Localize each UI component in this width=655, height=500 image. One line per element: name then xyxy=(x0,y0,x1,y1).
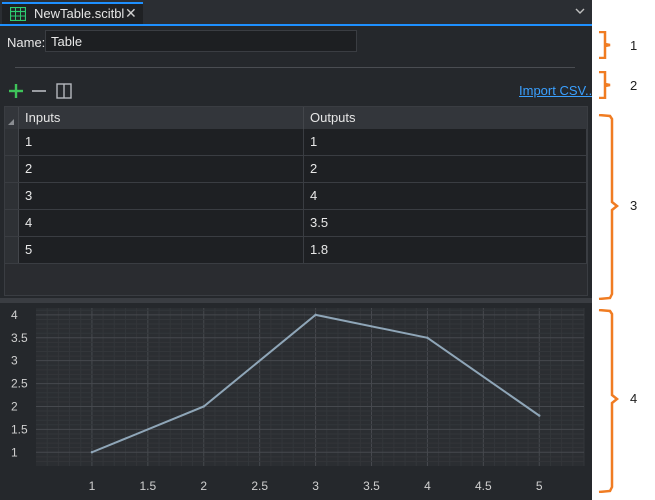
table-cell[interactable]: 3.5 xyxy=(304,210,587,236)
data-point xyxy=(538,414,541,417)
table-header: Inputs Outputs xyxy=(5,107,587,130)
corner-triangle-icon xyxy=(8,119,14,125)
row-header[interactable] xyxy=(5,210,19,236)
y-tick-label: 2.5 xyxy=(11,377,28,391)
data-point xyxy=(426,336,429,339)
table-cell[interactable]: 1 xyxy=(304,129,587,155)
table-editor-window: NewTable.scitbl ✕ Name: Import CSV... In… xyxy=(0,0,592,500)
y-tick-label: 4 xyxy=(11,308,18,322)
table-cell[interactable]: 4 xyxy=(304,183,587,209)
table-cell[interactable]: 4 xyxy=(19,210,304,236)
callout-label: 4 xyxy=(630,391,638,406)
plus-icon[interactable] xyxy=(7,82,25,100)
split-columns-icon[interactable] xyxy=(55,82,73,100)
panel-splitter[interactable] xyxy=(0,298,592,303)
callout-1: 1 xyxy=(597,30,655,60)
tab-newtable[interactable]: NewTable.scitbl ✕ xyxy=(2,2,143,24)
table-cell[interactable]: 2 xyxy=(304,156,587,182)
x-tick-label: 2 xyxy=(200,479,207,493)
row-header[interactable] xyxy=(5,129,19,155)
x-tick-label: 1.5 xyxy=(139,479,156,493)
data-point xyxy=(202,405,205,408)
data-table: Inputs Outputs 1 1 2 2 3 4 4 3.5 5 1.8 xyxy=(4,106,588,296)
bracket-icon xyxy=(598,113,620,301)
callout-2: 2 xyxy=(597,70,655,100)
chevron-down-icon[interactable] xyxy=(575,6,585,16)
y-tick-label: 3.5 xyxy=(11,331,28,345)
minus-icon[interactable] xyxy=(30,82,48,100)
x-tick-label: 3.5 xyxy=(363,479,380,493)
name-input[interactable] xyxy=(45,30,357,52)
callout-3: 3 xyxy=(597,113,655,301)
import-csv-link[interactable]: Import CSV... xyxy=(519,83,592,98)
row-header[interactable] xyxy=(5,183,19,209)
name-label: Name: xyxy=(7,35,46,50)
x-tick-label: 4 xyxy=(424,479,431,493)
table-icon xyxy=(10,7,26,21)
select-all-corner[interactable] xyxy=(5,107,19,129)
table-row: 1 1 xyxy=(5,129,587,156)
x-tick-label: 2.5 xyxy=(251,479,268,493)
callout-4: 4 xyxy=(597,308,655,494)
tab-strip: NewTable.scitbl ✕ xyxy=(0,0,592,26)
close-icon[interactable]: ✕ xyxy=(125,5,137,22)
table-cell[interactable]: 1 xyxy=(19,129,304,155)
divider xyxy=(15,67,575,68)
column-header-inputs[interactable]: Inputs xyxy=(19,107,304,129)
callout-label: 2 xyxy=(630,78,638,93)
x-tick-label: 4.5 xyxy=(475,479,492,493)
table-cell[interactable]: 3 xyxy=(19,183,304,209)
bracket-icon xyxy=(598,308,620,494)
row-header[interactable] xyxy=(5,156,19,182)
table-cell[interactable]: 1.8 xyxy=(304,237,587,263)
table-cell[interactable]: 2 xyxy=(19,156,304,182)
data-point xyxy=(90,451,94,454)
x-tick-label: 5 xyxy=(536,479,543,493)
line-chart: 1 1.5 2 2.5 3 3.5 4 4.5 5 1 1.5 2 2.5 3 3.5 4 xyxy=(11,308,585,493)
table-cell[interactable]: 5 xyxy=(19,237,304,263)
chart-panel: 1 1.5 2 2.5 3 3.5 4 4.5 5 1 1.5 2 2.5 3 3.5 4 xyxy=(0,304,592,500)
table-row: 4 3.5 xyxy=(5,210,587,237)
x-tick-label: 3 xyxy=(312,479,319,493)
y-tick-label: 1 xyxy=(11,445,18,459)
x-tick-label: 1 xyxy=(89,479,96,493)
data-point xyxy=(314,313,317,317)
bracket-icon xyxy=(599,70,611,100)
table-row: 3 4 xyxy=(5,183,587,210)
column-header-outputs[interactable]: Outputs xyxy=(304,107,587,129)
callout-label: 1 xyxy=(630,38,638,53)
y-tick-label: 2 xyxy=(11,399,18,413)
tab-title: NewTable.scitbl xyxy=(34,6,125,21)
y-tick-label: 3 xyxy=(11,354,18,368)
table-row: 5 1.8 xyxy=(5,237,587,264)
row-header[interactable] xyxy=(5,237,19,263)
callout-label: 3 xyxy=(630,198,638,213)
bracket-icon xyxy=(599,30,611,60)
table-row: 2 2 xyxy=(5,156,587,183)
y-tick-label: 1.5 xyxy=(11,422,28,436)
